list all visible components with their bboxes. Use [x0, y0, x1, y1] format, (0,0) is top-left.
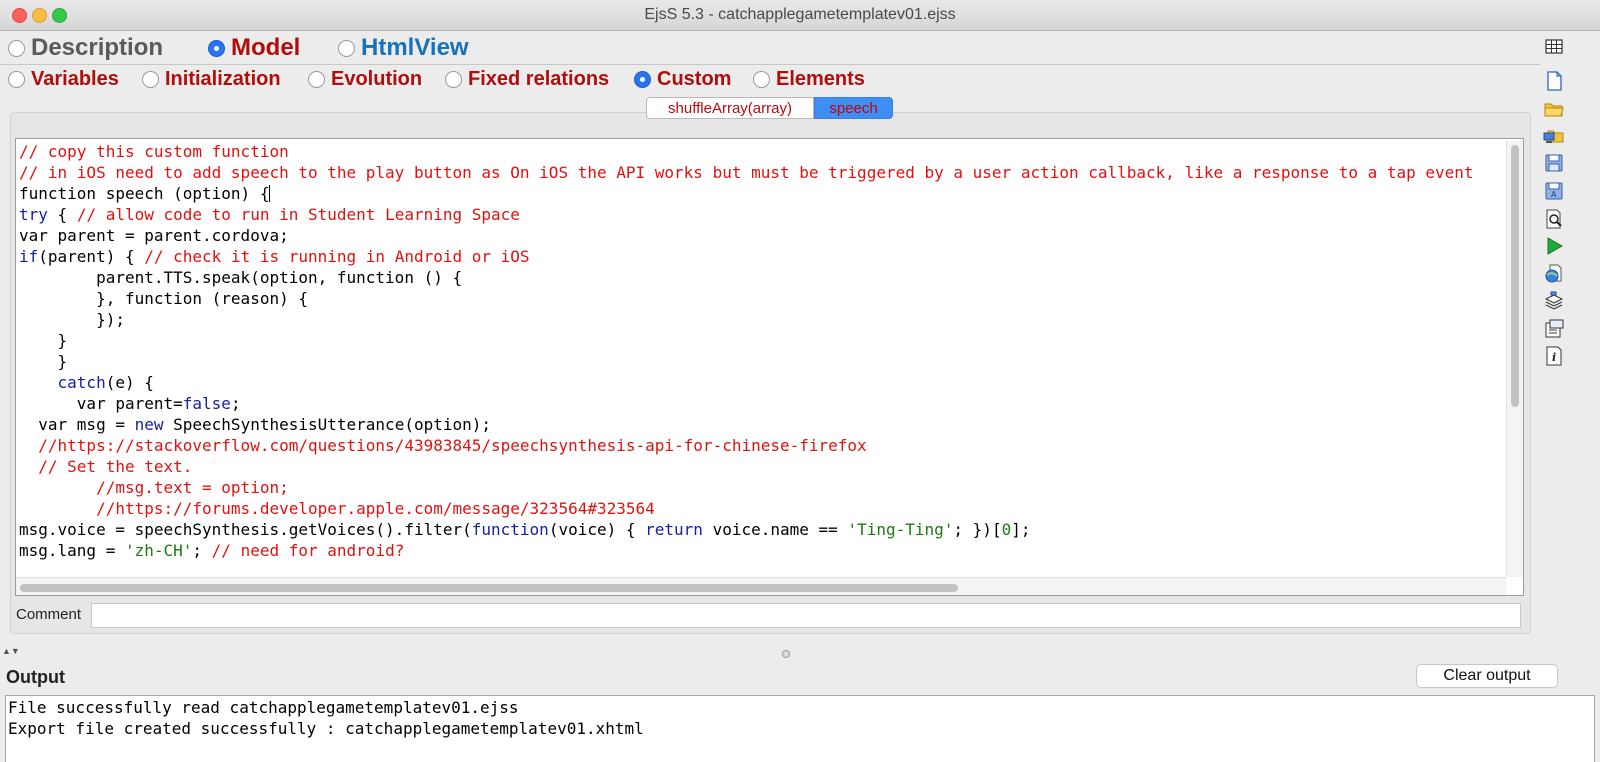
web-export-icon[interactable]: [1542, 263, 1566, 285]
code-line: var parent=false;: [19, 394, 241, 413]
code-line: catch(e) {: [57, 373, 154, 392]
tab-fixed-relations[interactable]: Fixed relations: [445, 68, 609, 91]
table-icon[interactable]: [1542, 36, 1566, 58]
horizontal-scroll-thumb[interactable]: [20, 584, 958, 592]
svg-text:i: i: [1552, 351, 1556, 364]
vertical-scroll-thumb[interactable]: [1511, 145, 1519, 407]
text-caret: [269, 185, 271, 202]
splitter-grip-icon[interactable]: [782, 650, 790, 658]
new-file-icon[interactable]: [1542, 70, 1566, 92]
page-tab-speech[interactable]: speech: [814, 97, 893, 119]
radio-button[interactable]: [8, 71, 25, 88]
code-line: if(parent) { // check it is running in A…: [19, 247, 530, 266]
code-line: // copy this custom function: [19, 142, 289, 161]
run-icon[interactable]: [1542, 235, 1566, 257]
code-line: // Set the text.: [19, 457, 193, 476]
tab-description[interactable]: Description: [8, 34, 163, 62]
save-icon[interactable]: [1542, 152, 1566, 174]
split-pane-divider[interactable]: ▲▼: [0, 646, 1600, 660]
output-text: File successfully read catchapplegametem…: [8, 697, 644, 739]
package-icon[interactable]: [1542, 290, 1566, 312]
code-line: }: [19, 331, 68, 350]
right-toolbar: A i: [1540, 32, 1570, 372]
radio-button[interactable]: [338, 39, 355, 57]
title-bar: EjsS 5.3 - catchapplegametemplatev01.ejs…: [0, 0, 1600, 31]
open-folder-icon[interactable]: [1542, 98, 1566, 120]
preferences-icon[interactable]: [1542, 318, 1566, 340]
radio-button[interactable]: [753, 71, 770, 88]
code-line: var parent = parent.cordova;: [19, 226, 289, 245]
tab-custom[interactable]: Custom: [634, 68, 731, 91]
open-remote-icon[interactable]: [1542, 125, 1566, 147]
radio-button-selected[interactable]: [208, 39, 225, 57]
search-icon[interactable]: [1542, 208, 1566, 230]
code-line: msg.voice = speechSynthesis.getVoices().…: [19, 520, 1031, 539]
output-console[interactable]: File successfully read catchapplegametem…: [5, 695, 1595, 762]
divider: [0, 64, 1540, 65]
radio-button-selected[interactable]: [634, 71, 651, 88]
output-line: Export file created successfully : catch…: [8, 719, 644, 738]
code-line: msg.lang = 'zh-CH'; // need for android?: [19, 541, 405, 560]
code-line: //https://stackoverflow.com/questions/43…: [19, 436, 867, 455]
save-as-icon[interactable]: A: [1542, 180, 1566, 202]
code-line: function speech (option) {: [19, 184, 270, 203]
radio-button[interactable]: [8, 39, 25, 57]
code-line: }, function (reason) {: [19, 289, 308, 308]
radio-button[interactable]: [142, 71, 159, 88]
code-text[interactable]: // copy this custom function // in iOS n…: [19, 141, 1474, 561]
info-icon[interactable]: i: [1542, 345, 1566, 367]
code-line: var msg = new SpeechSynthesisUtterance(o…: [19, 415, 492, 434]
window-title: EjsS 5.3 - catchapplegametemplatev01.ejs…: [644, 6, 956, 23]
tab-evolution[interactable]: Evolution: [308, 68, 422, 91]
code-line: try { // allow code to run in Student Le…: [19, 205, 520, 224]
comment-label: Comment: [16, 606, 82, 623]
collapse-arrows-icon[interactable]: ▲▼: [2, 646, 20, 656]
output-title: Output: [6, 667, 65, 687]
comment-field[interactable]: [91, 603, 1521, 628]
code-line: //https://forums.developer.apple.com/mes…: [19, 499, 655, 518]
page-tab-shufflearray[interactable]: shuffleArray(array): [646, 97, 814, 119]
tab-htmlview[interactable]: HtmlView: [338, 34, 469, 62]
radio-button[interactable]: [308, 71, 325, 88]
code-line: //msg.text = option;: [19, 478, 289, 497]
svg-text:A: A: [1551, 190, 1557, 199]
code-line: });: [19, 310, 125, 329]
radio-button[interactable]: [445, 71, 462, 88]
tab-model[interactable]: Model: [208, 34, 300, 62]
code-line: }: [19, 352, 68, 371]
output-line: File successfully read catchapplegametem…: [8, 698, 519, 717]
tab-variables[interactable]: Variables: [8, 68, 119, 91]
code-line: parent.TTS.speak(option, function () {: [19, 268, 463, 287]
clear-output-button[interactable]: Clear output: [1416, 664, 1558, 688]
tab-initialization[interactable]: Initialization: [142, 68, 281, 91]
code-editor[interactable]: // copy this custom function // in iOS n…: [15, 138, 1524, 596]
code-line: // in iOS need to add speech to the play…: [19, 163, 1474, 182]
tab-elements[interactable]: Elements: [753, 68, 865, 91]
